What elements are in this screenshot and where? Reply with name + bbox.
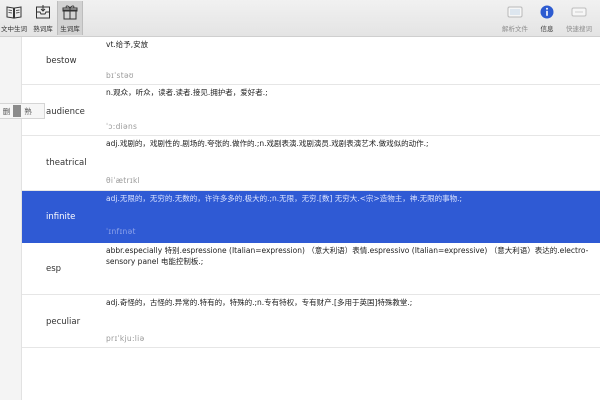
tool-label: 文中生词 xyxy=(1,25,27,33)
toggle-knob[interactable] xyxy=(13,105,21,117)
word-definition: adj.奇怪的，古怪的.异常的.特有的，特殊的.;n.专有特权，专有财产.[多用… xyxy=(106,298,413,307)
word-definition: abbr.especially 特别.espressione (Italian=… xyxy=(106,246,589,266)
list-item[interactable]: bestow vt.给予,安放 bɪˈstəʊ xyxy=(22,37,600,85)
doc-icon xyxy=(506,4,524,20)
book-icon xyxy=(6,4,22,20)
tool-label: 解析文件 xyxy=(502,25,528,33)
word-definition: n.观众，听众，读者.读者.接见.拥护者，爱好者.; xyxy=(106,88,268,97)
word-label: infinite xyxy=(46,212,76,222)
tool-label: 快速搜词 xyxy=(566,25,592,33)
tool-label: 生词库 xyxy=(60,25,80,33)
tool-familiar-words[interactable]: 熟词库 xyxy=(30,1,56,35)
tray-icon xyxy=(35,4,51,20)
word-pronunciation: ˈɔ:diəns xyxy=(106,122,138,131)
list-item-selected[interactable]: infinite adj.无限的，无穷的.无数的，许许多多的.极大的.;n.无限… xyxy=(22,191,600,243)
word-pronunciation: bɪˈstəʊ xyxy=(106,71,134,80)
word-pronunciation: ˈɪnfɪnət xyxy=(106,227,136,236)
word-label: audience xyxy=(46,107,85,117)
tool-quick-search[interactable]: 快速搜词 xyxy=(563,1,595,35)
word-label: esp xyxy=(46,264,62,274)
tool-parse-file[interactable]: 解析文件 xyxy=(500,1,530,35)
left-gutter xyxy=(0,37,22,400)
list-item[interactable]: audience n.观众，听众，读者.读者.接见.拥护者，爱好者.; ˈɔ:d… xyxy=(22,85,600,136)
tool-label: 信息 xyxy=(540,25,554,33)
list-item[interactable]: esp abbr.especially 特别.espressione (Ital… xyxy=(22,243,600,295)
toggle-delete-label: 删 xyxy=(2,106,11,116)
word-definition: adj.无限的，无穷的.无数的，许许多多的.极大的.;n.无限，无穷.[数] 无… xyxy=(106,194,463,203)
word-pronunciation: prɪˈkju:liə xyxy=(106,334,145,343)
info-icon xyxy=(539,4,555,20)
tool-new-words[interactable]: 生词库 xyxy=(57,1,83,35)
word-label: peculiar xyxy=(46,317,81,327)
search-box-icon xyxy=(570,4,588,20)
tool-text-to-words[interactable]: 文中生词 xyxy=(0,1,28,35)
word-definition: vt.给予,安放 xyxy=(106,40,149,49)
word-pronunciation: θiˈætrɪkl xyxy=(106,176,141,185)
gift-icon xyxy=(62,4,78,20)
toolbar: 文中生词 熟词库 生词库 解析文件 信息 快速搜词 xyxy=(0,0,600,37)
word-label: bestow xyxy=(46,56,77,66)
word-definition: adj.戏剧的，戏剧性的.剧场的.夸张的.做作的.;n.戏剧表演.戏剧演员.戏剧… xyxy=(106,139,429,148)
list-item[interactable]: peculiar adj.奇怪的，古怪的.异常的.特有的，特殊的.;n.专有特权… xyxy=(22,295,600,348)
tool-info[interactable]: 信息 xyxy=(536,1,558,35)
tool-label: 熟词库 xyxy=(33,25,53,33)
list-item[interactable]: theatrical adj.戏剧的，戏剧性的.剧场的.夸张的.做作的.;n.戏… xyxy=(22,136,600,191)
word-label: theatrical xyxy=(46,158,87,168)
